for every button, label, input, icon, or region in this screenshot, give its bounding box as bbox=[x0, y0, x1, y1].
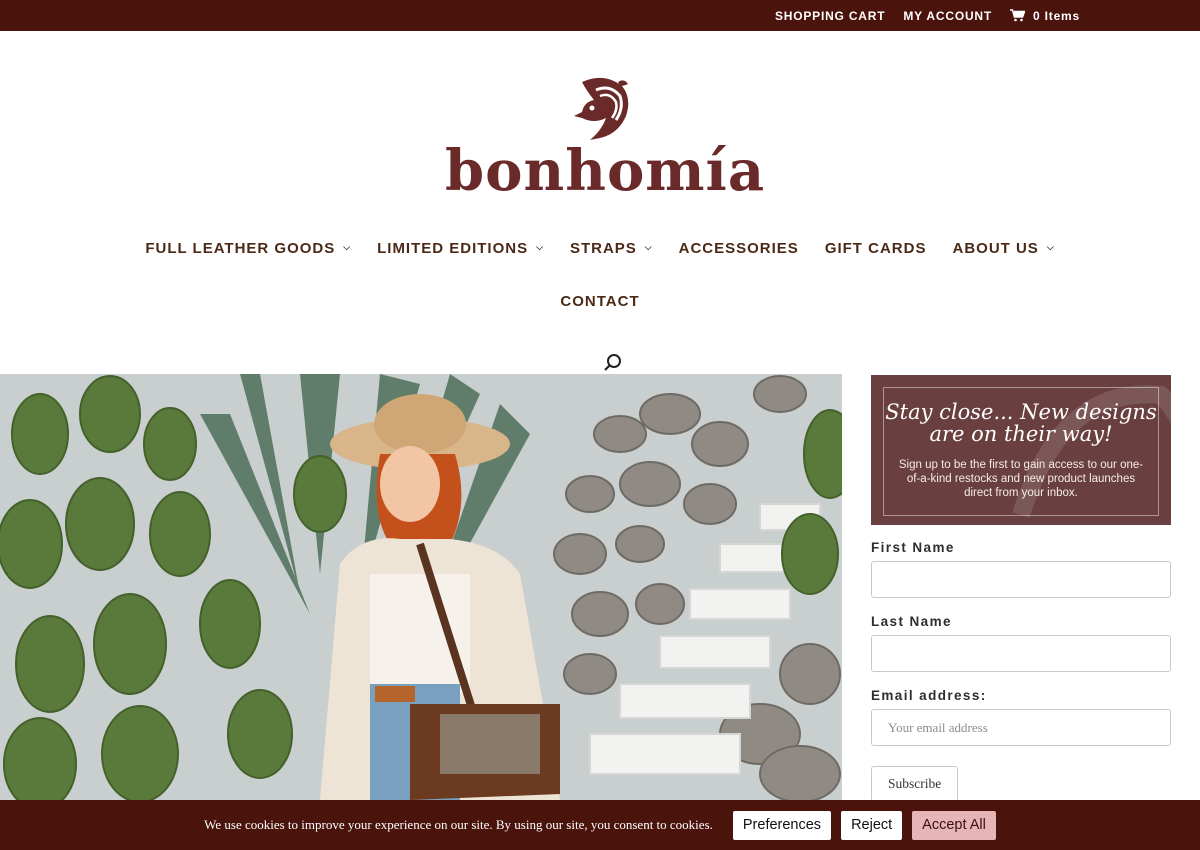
nav-label: CONTACT bbox=[560, 293, 640, 310]
nav-item-contact[interactable]: CONTACT bbox=[560, 293, 639, 310]
cart-count: 0 Items bbox=[1033, 8, 1080, 23]
hero-image bbox=[0, 374, 842, 800]
nav-label: STRAPS bbox=[569, 240, 637, 257]
my-account-link[interactable]: MY ACCOUNT bbox=[903, 9, 992, 23]
promo-headline: Stay close... New designs are on their w… bbox=[885, 400, 1157, 446]
top-bar: SHOPPING CART MY ACCOUNT 0 Items bbox=[0, 0, 1200, 31]
accept-all-button[interactable]: Accept All bbox=[912, 810, 996, 840]
nav-label: ACCESSORIES bbox=[678, 240, 799, 257]
cookie-message: We use cookies to improve your experienc… bbox=[204, 817, 713, 832]
top-links: SHOPPING CART MY ACCOUNT 0 Items bbox=[775, 0, 1080, 31]
cart-items-link[interactable]: 0 Items bbox=[1010, 9, 1080, 23]
nav-item-accessories[interactable]: ACCESSORIES bbox=[679, 240, 799, 257]
nav-item-straps[interactable]: STRAPS ⌵ bbox=[570, 240, 653, 257]
reject-button[interactable]: Reject bbox=[841, 810, 903, 840]
brand-logo[interactable]: bonhomía bbox=[445, 76, 765, 206]
subscribe-button[interactable]: Subscribe bbox=[871, 766, 959, 802]
preferences-button[interactable]: Preferences bbox=[732, 810, 832, 840]
nav-label: ABOUT US bbox=[952, 240, 1039, 257]
first-name-label: First Name bbox=[871, 540, 955, 555]
last-name-label: Last Name bbox=[871, 614, 952, 629]
nav-label: FULL LEATHER GOODS bbox=[145, 240, 336, 257]
cart-icon bbox=[1010, 9, 1026, 22]
promo-body: Sign up to be the first to gain access t… bbox=[898, 459, 1144, 499]
shopping-cart-link[interactable]: SHOPPING CART bbox=[775, 9, 885, 23]
nav-item-full-leather-goods[interactable]: FULL LEATHER GOODS ⌵ bbox=[145, 240, 351, 257]
chevron-down-icon: ⌵ bbox=[536, 242, 544, 252]
brand-wordmark: bonhomía bbox=[445, 138, 766, 204]
email-label: Email address: bbox=[871, 688, 987, 703]
main-nav: FULL LEATHER GOODS ⌵ LIMITED EDITIONS ⌵ … bbox=[0, 240, 1200, 257]
chevron-down-icon: ⌵ bbox=[343, 242, 352, 252]
first-name-field[interactable] bbox=[871, 561, 1171, 598]
bird-icon bbox=[572, 76, 634, 147]
signup-form: First Name Last Name Email address: Subs… bbox=[871, 540, 1171, 802]
newsletter-promo: Stay close... New designs are on their w… bbox=[871, 375, 1171, 525]
search-icon[interactable] bbox=[602, 352, 624, 374]
nav-item-about-us[interactable]: ABOUT US ⌵ bbox=[952, 240, 1054, 257]
last-name-field[interactable] bbox=[871, 635, 1171, 672]
nav-item-gift-cards[interactable]: GIFT CARDS bbox=[825, 240, 927, 257]
nav-label: GIFT CARDS bbox=[824, 240, 927, 257]
nav-label: LIMITED EDITIONS bbox=[377, 240, 529, 257]
nav-item-limited-editions[interactable]: LIMITED EDITIONS ⌵ bbox=[377, 240, 544, 257]
secondary-nav: CONTACT bbox=[0, 293, 1200, 310]
cookie-banner: We use cookies to improve your experienc… bbox=[0, 800, 1200, 850]
email-field[interactable] bbox=[871, 709, 1171, 746]
chevron-down-icon: ⌵ bbox=[644, 242, 653, 252]
chevron-down-icon: ⌵ bbox=[1046, 242, 1055, 252]
